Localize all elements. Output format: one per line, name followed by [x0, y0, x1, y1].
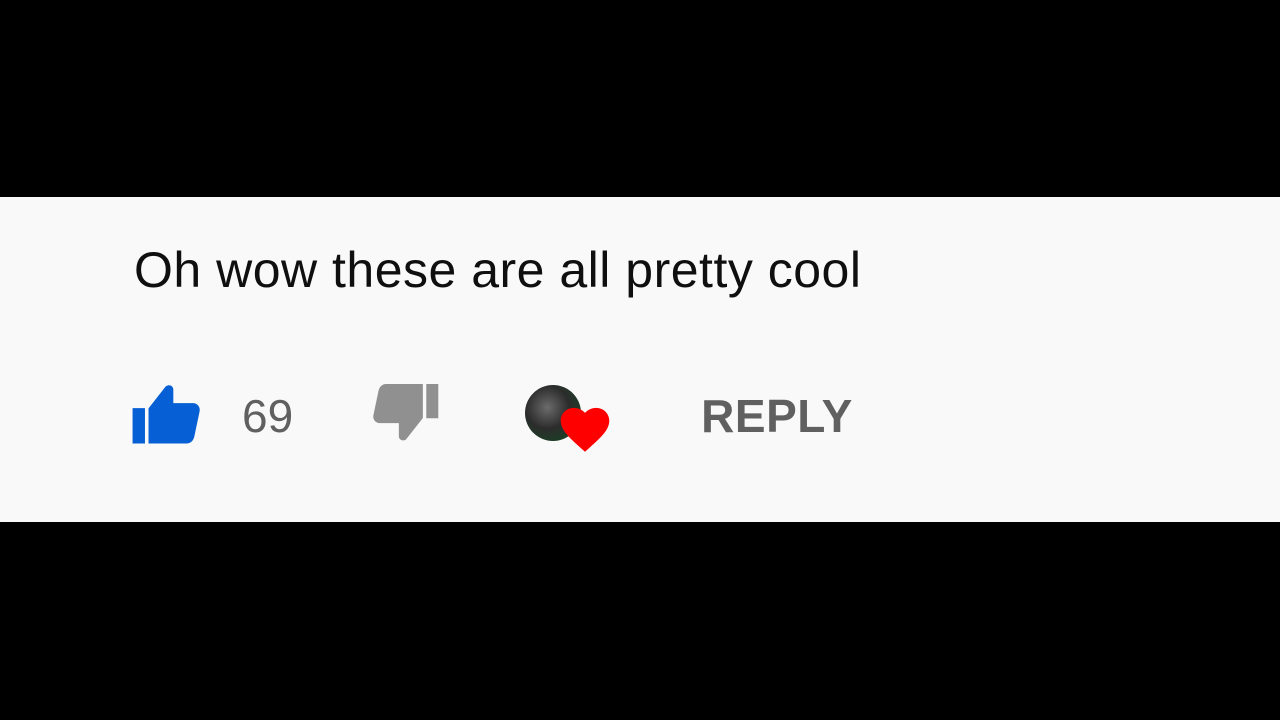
- like-count: 69: [242, 390, 294, 442]
- comment-action-toolbar: 69 REPLY: [132, 381, 853, 452]
- comment-item: Oh wow these are all pretty cool 69 REPL…: [0, 197, 1280, 522]
- letterbox-top: [0, 0, 1280, 197]
- comment-text: Oh wow these are all pretty cool: [134, 242, 862, 298]
- thumbs-up-icon: [132, 383, 204, 450]
- creator-heart-badge: [523, 381, 615, 452]
- heart-icon: [559, 407, 611, 458]
- letterbox-bottom: [0, 522, 1280, 720]
- reply-button[interactable]: REPLY: [701, 389, 853, 443]
- dislike-button[interactable]: [369, 383, 439, 449]
- like-button[interactable]: 69: [132, 383, 369, 450]
- thumbs-down-icon: [369, 383, 439, 449]
